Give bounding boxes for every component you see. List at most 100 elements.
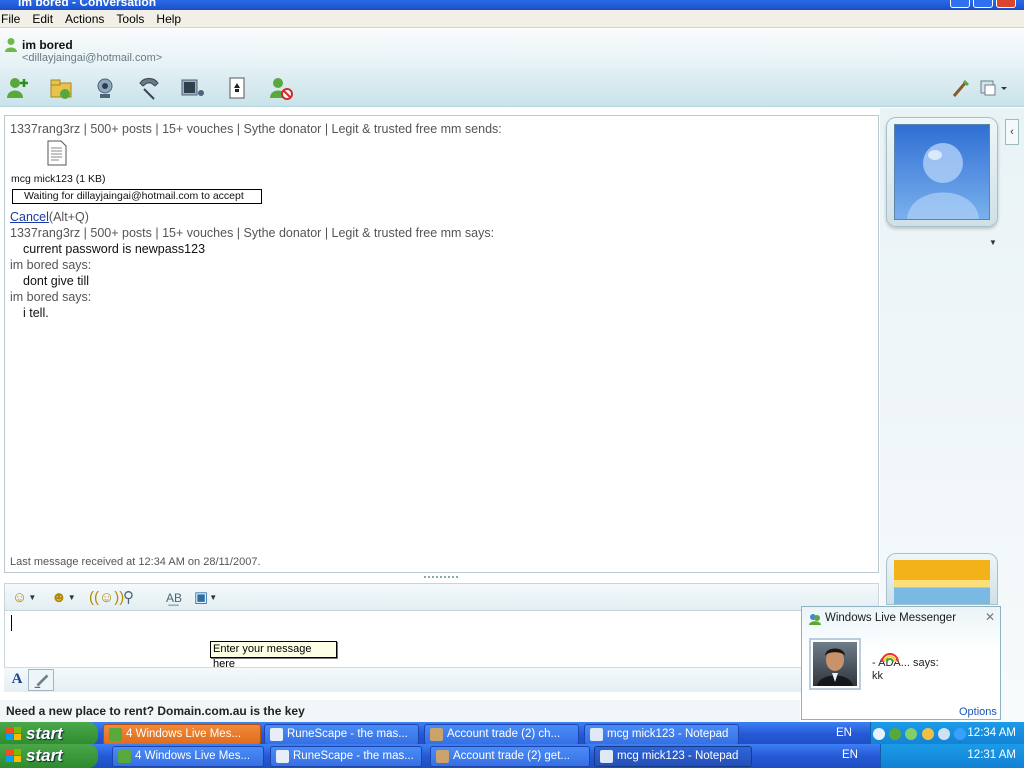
language-indicator[interactable]: EN [836,727,852,739]
tray-update-icon[interactable] [954,728,967,740]
message-text: current password is newpass123 [23,242,206,256]
voice-clip-icon[interactable]: ⚲ [123,589,134,607]
taskbar-item-runescape[interactable]: RuneScape - the mas... [270,746,422,767]
spell-check-icon[interactable]: A͟B [166,589,182,607]
windows-logo-icon [6,727,21,740]
clock[interactable]: 12:31 AM [967,749,1016,761]
messenger-notification[interactable]: Windows Live Messenger ✕ - ADA... says: … [801,606,1001,720]
taskbar-item-notepad[interactable]: mcg mick123 - Notepad [594,746,752,767]
emoticon-icon[interactable]: ☺▼ [12,589,36,607]
ad-banner[interactable]: Need a new place to rent? Domain.com.au … [0,700,800,722]
menu-edit[interactable]: Edit [26,10,59,26]
tray-network-icon[interactable] [905,728,918,740]
menu-bar: File Edit Actions Tools Help [0,10,1024,28]
ad-text[interactable]: Need a new place to rent? Domain.com.au … [6,704,305,718]
browser-icon [276,750,289,763]
show-menu-icon[interactable] [978,75,1012,101]
cancel-shortcut: (Alt+Q) [48,210,89,224]
my-display-picture-frame[interactable] [886,553,998,605]
waiting-status: Waiting for dillayjaingai@hotmail.com to… [12,189,262,204]
message-input[interactable] [4,611,804,667]
message-text: dont give till [23,274,90,288]
start-button[interactable]: start [0,744,98,768]
contact-display-picture[interactable] [894,124,990,220]
maximize-button[interactable] [973,0,993,8]
tray-messenger-icon[interactable] [889,728,902,740]
collapse-panel-button[interactable]: ‹ [1005,119,1019,145]
notepad-icon [600,750,613,763]
taskbar-duplicate: start 4 Windows Live Mes... RuneScape - … [0,744,1024,768]
nudge-icon[interactable]: ((☺)) [89,589,124,607]
menu-actions[interactable]: Actions [59,10,110,26]
message-text: i tell. [23,306,49,320]
taskbar-item-runescape[interactable]: RuneScape - the mas... [264,724,419,745]
default-avatar-icon [907,143,979,219]
close-button[interactable] [996,0,1016,8]
taskbar-item-account-trade[interactable]: Account trade (2) get... [430,746,590,767]
contact-email: <dillayjaingai@hotmail.com> [22,52,163,64]
video-media-icon[interactable] [180,75,206,101]
notification-options-link[interactable]: Options [959,706,997,718]
chat-icon [436,750,449,763]
conversation-history[interactable]: 1337rang3rz | 500+ posts | 15+ vouches |… [4,115,879,573]
menu-file[interactable]: File [0,10,26,26]
text-file-icon[interactable] [47,140,67,166]
menu-tools[interactable]: Tools [110,10,150,26]
system-tray: 12:31 AM [880,744,1024,768]
message-sender: 1337rang3rz | 500+ posts | 15+ vouches |… [10,226,495,240]
taskbar-item-notepad[interactable]: mcg mick123 - Notepad [584,724,739,745]
close-icon[interactable]: ✕ [985,610,995,624]
send-files-icon[interactable] [48,75,74,101]
notification-message: kk [872,670,883,682]
background-icon[interactable]: ▣▼ [194,589,217,607]
games-icon[interactable] [224,75,250,101]
contact-name: im bored [22,38,73,52]
tray-folder-icon[interactable] [921,728,934,740]
message-sender: im bored says: [10,258,92,272]
handwriting-icon[interactable] [28,669,54,691]
taskbar-item-messenger[interactable]: 4 Windows Live Mes... [103,724,261,745]
input-toolbar: ☺▼ ☻▼ ((☺)) ⚲ A͟B ▣▼ [4,583,879,611]
menu-help[interactable]: Help [150,10,187,26]
system-tray: 12:34 AM [870,722,1024,746]
block-contact-icon[interactable] [268,75,294,101]
messenger-icon [109,728,122,741]
cancel-row: Cancel(Alt+Q) [10,210,89,224]
clock[interactable]: 12:34 AM [967,727,1016,739]
file-send-header: 1337rang3rz | 500+ posts | 15+ vouches |… [10,122,502,136]
language-indicator[interactable]: EN [842,749,858,761]
taskbar-item-account-trade[interactable]: Account trade (2) ch... [424,724,579,745]
webcam-icon[interactable] [92,75,118,101]
wink-icon[interactable]: ☻▼ [51,589,76,607]
notepad-icon [590,728,603,741]
minimize-button[interactable] [950,0,970,8]
last-message-received: Last message received at 12:34 AM on 28/… [10,556,261,568]
taskbar-item-messenger[interactable]: 4 Windows Live Mes... [112,746,264,767]
start-button[interactable]: start [0,722,98,746]
contact-display-picture-frame[interactable] [886,117,998,227]
font-icon[interactable]: A [8,671,26,689]
buddy-status-icon [5,38,17,52]
taskbar: start 4 Windows Live Mes... RuneScape - … [0,722,1024,746]
phone-call-icon[interactable] [136,75,162,101]
message-sender: im bored says: [10,290,92,304]
chat-icon [430,728,443,741]
paint-brush-icon[interactable] [948,75,974,101]
cancel-transfer-link[interactable]: Cancel [10,210,49,224]
browser-icon [270,728,283,741]
text-caret [11,615,12,631]
messenger-icon [118,750,131,763]
chevron-down-icon[interactable]: ▼ [989,238,997,247]
my-display-picture[interactable] [894,560,990,604]
tray-app-icon[interactable] [937,728,950,740]
windows-logo-icon [6,749,21,762]
sender-avatar [809,638,861,690]
messenger-icon [809,614,821,625]
title-bar: im bored - Conversation [0,0,1024,10]
input-tooltip: Enter your message here [210,641,337,670]
tray-expand-icon[interactable] [873,728,885,740]
conversation-toolbar [0,69,1024,107]
invite-contact-icon[interactable] [5,75,31,101]
pane-splitter[interactable] [424,576,458,580]
rainbow-icon [881,653,899,662]
